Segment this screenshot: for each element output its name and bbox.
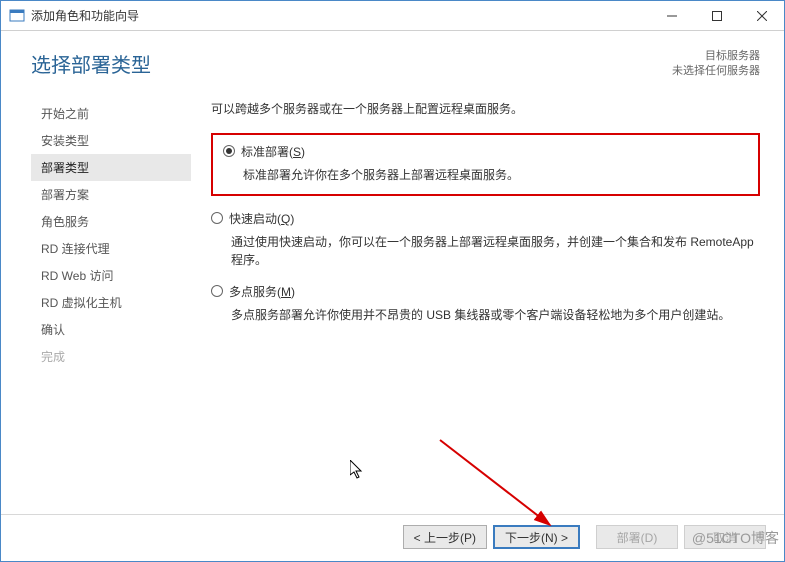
nav-deploy-type[interactable]: 部署类型 — [31, 154, 191, 181]
page-title: 选择部署类型 — [31, 49, 672, 78]
option-multipoint[interactable]: 多点服务(M) 多点服务部署允许你使用并不昂贵的 USB 集线器或零个客户端设备… — [211, 283, 760, 324]
main-panel: 可以跨越多个服务器或在一个服务器上配置远程桌面服务。 标准部署(S) 标准部署允… — [191, 96, 760, 514]
option-multipoint-head[interactable]: 多点服务(M) — [211, 283, 760, 300]
nav-deploy-scenario[interactable]: 部署方案 — [31, 181, 191, 208]
deploy-button: 部署(D) — [596, 525, 678, 549]
option-standard-head[interactable]: 标准部署(S) — [223, 143, 748, 160]
option-multipoint-desc: 多点服务部署允许你使用并不昂贵的 USB 集线器或零个客户端设备轻松地为多个用户… — [231, 306, 760, 324]
window-title: 添加角色和功能向导 — [31, 7, 649, 24]
next-button[interactable]: 下一步(N) > — [493, 525, 580, 549]
content: 选择部署类型 目标服务器 未选择任何服务器 开始之前 安装类型 部署类型 部署方… — [1, 31, 784, 561]
nav-rd-virtualization-host[interactable]: RD 虚拟化主机 — [31, 289, 191, 316]
close-button[interactable] — [739, 1, 784, 30]
option-multipoint-label: 多点服务(M) — [229, 283, 295, 300]
footer: < 上一步(P) 下一步(N) > 部署(D) 取消 — [1, 514, 784, 561]
option-standard[interactable]: 标准部署(S) 标准部署允许你在多个服务器上部署远程桌面服务。 — [223, 143, 748, 184]
intro-text: 可以跨越多个服务器或在一个服务器上配置远程桌面服务。 — [211, 100, 760, 117]
option-quick-desc: 通过使用快速启动，你可以在一个服务器上部署远程桌面服务，并创建一个集合和发布 R… — [231, 233, 760, 269]
window-controls — [649, 1, 784, 30]
target-label: 目标服务器 — [672, 49, 760, 64]
nav-rd-connection-broker[interactable]: RD 连接代理 — [31, 235, 191, 262]
option-standard-label: 标准部署(S) — [241, 143, 305, 160]
nav-confirm[interactable]: 确认 — [31, 316, 191, 343]
maximize-button[interactable] — [694, 1, 739, 30]
header: 选择部署类型 目标服务器 未选择任何服务器 — [1, 31, 784, 88]
body: 开始之前 安装类型 部署类型 部署方案 角色服务 RD 连接代理 RD Web … — [1, 88, 784, 514]
option-quick-label: 快速启动(Q) — [229, 210, 294, 227]
target-server-info: 目标服务器 未选择任何服务器 — [672, 49, 760, 80]
sidebar: 开始之前 安装类型 部署类型 部署方案 角色服务 RD 连接代理 RD Web … — [1, 96, 191, 514]
wizard-window: 添加角色和功能向导 选择部署类型 目标服务器 未选择任何服务器 开始之前 安装 — [0, 0, 785, 562]
option-quick-head[interactable]: 快速启动(Q) — [211, 210, 760, 227]
watermark: @51CTO博客 — [692, 528, 779, 548]
option-standard-highlight: 标准部署(S) 标准部署允许你在多个服务器上部署远程桌面服务。 — [211, 133, 760, 196]
option-quick[interactable]: 快速启动(Q) 通过使用快速启动，你可以在一个服务器上部署远程桌面服务，并创建一… — [211, 210, 760, 269]
nav-role-services[interactable]: 角色服务 — [31, 208, 191, 235]
app-icon — [9, 8, 25, 24]
radio-standard[interactable] — [223, 145, 235, 157]
option-standard-desc: 标准部署允许你在多个服务器上部署远程桌面服务。 — [243, 166, 748, 184]
nav-before-begin[interactable]: 开始之前 — [31, 100, 191, 127]
nav-rd-web-access[interactable]: RD Web 访问 — [31, 262, 191, 289]
minimize-button[interactable] — [649, 1, 694, 30]
target-value: 未选择任何服务器 — [672, 64, 760, 79]
radio-quick[interactable] — [211, 212, 223, 224]
radio-multipoint[interactable] — [211, 285, 223, 297]
prev-button[interactable]: < 上一步(P) — [403, 525, 487, 549]
titlebar: 添加角色和功能向导 — [1, 1, 784, 31]
nav-install-type[interactable]: 安装类型 — [31, 127, 191, 154]
nav-complete: 完成 — [31, 343, 191, 370]
